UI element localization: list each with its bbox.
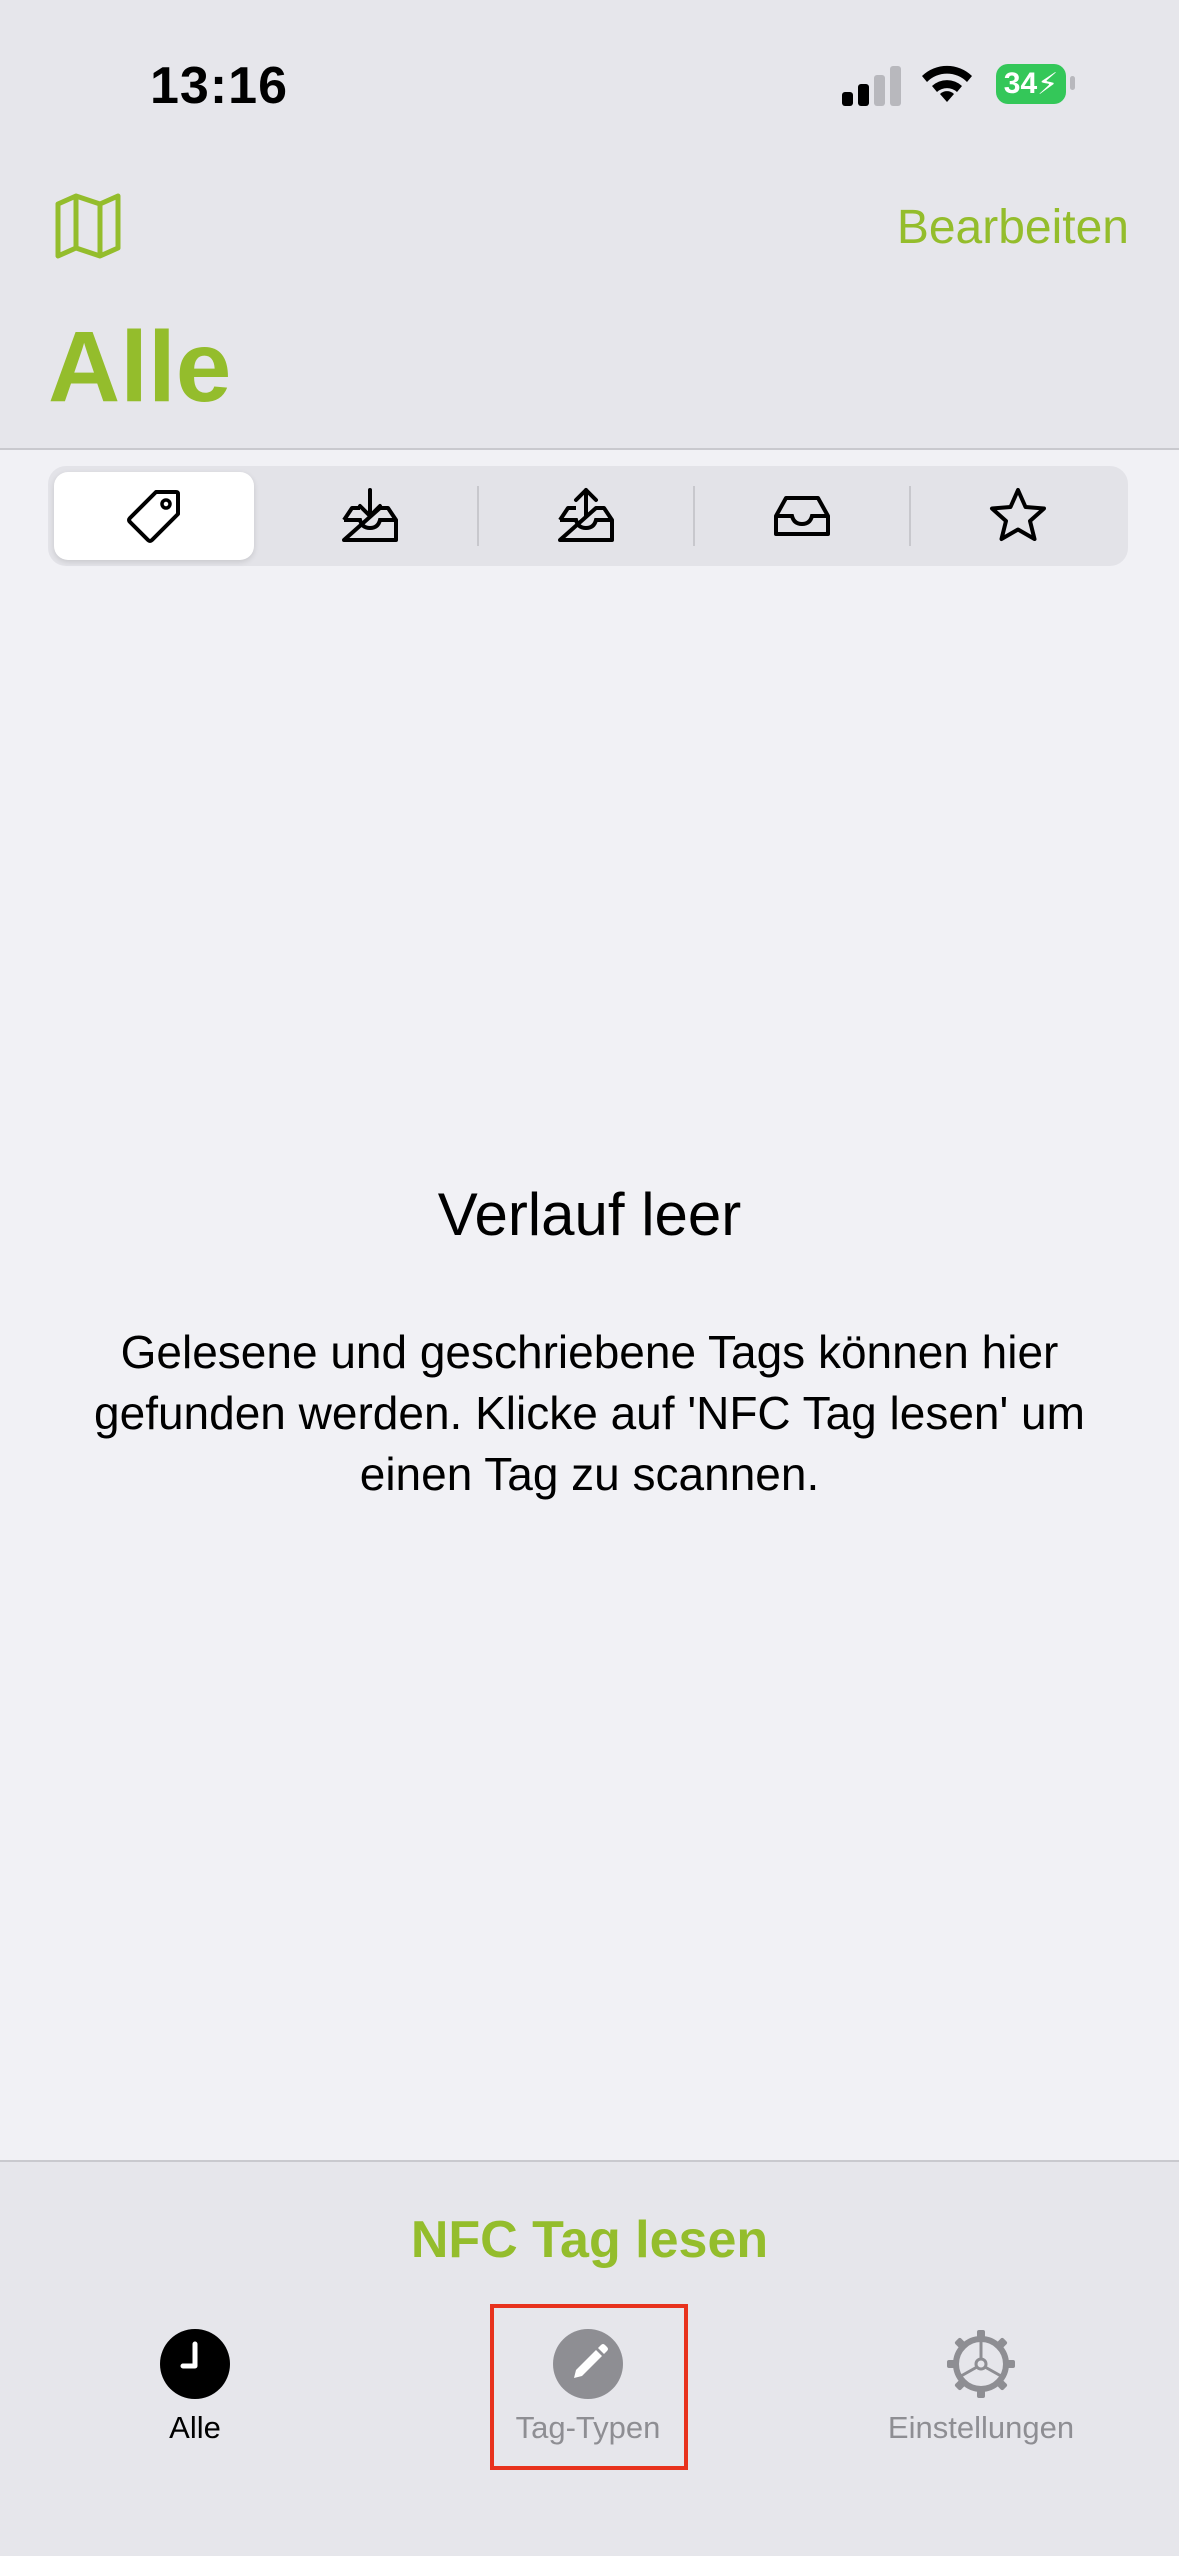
tray-download-icon <box>342 488 398 542</box>
filter-read-tags[interactable] <box>270 472 470 560</box>
edit-button[interactable]: Bearbeiten <box>897 200 1129 255</box>
empty-state-title: Verlauf leer <box>437 1181 742 1248</box>
gear-icon <box>947 2330 1015 2398</box>
tab-alle[interactable]: Alle <box>75 2310 315 2470</box>
tab-label-alle: Alle <box>169 2410 221 2445</box>
filter-written-tags[interactable] <box>486 472 686 560</box>
tray-upload-icon <box>558 488 614 542</box>
page-title: Alle <box>48 311 232 423</box>
segment-divider <box>909 486 911 546</box>
read-nfc-tag-button[interactable]: NFC Tag lesen <box>0 2210 1179 2270</box>
segment-divider <box>693 486 695 546</box>
clock-icon <box>160 2329 230 2399</box>
highlight-box <box>490 2304 688 2470</box>
empty-state-body: Gelesene und geschriebene Tags können hi… <box>94 1326 1085 1500</box>
filter-favorites[interactable] <box>918 472 1118 560</box>
bottom-divider <box>0 2160 1179 2162</box>
battery-cap <box>1070 76 1075 90</box>
filter-all-tags[interactable] <box>54 472 254 560</box>
cellular-signal-icon <box>840 62 904 106</box>
segment-divider <box>477 486 479 546</box>
status-time: 13:16 <box>150 57 288 115</box>
filter-archive[interactable] <box>702 472 902 560</box>
tab-label-einstellungen: Einstellungen <box>887 2410 1075 2445</box>
tag-icon <box>127 490 180 543</box>
header-divider <box>0 448 1179 450</box>
tray-icon <box>774 496 830 536</box>
tab-einstellungen[interactable]: Einstellungen <box>861 2310 1101 2470</box>
wifi-icon <box>922 65 972 102</box>
map-icon[interactable] <box>52 192 124 260</box>
battery-level: 34 <box>1003 67 1038 100</box>
filter-segmented-control <box>48 466 1128 566</box>
star-icon <box>990 488 1046 541</box>
battery-icon: 34 ⚡ <box>996 64 1066 104</box>
